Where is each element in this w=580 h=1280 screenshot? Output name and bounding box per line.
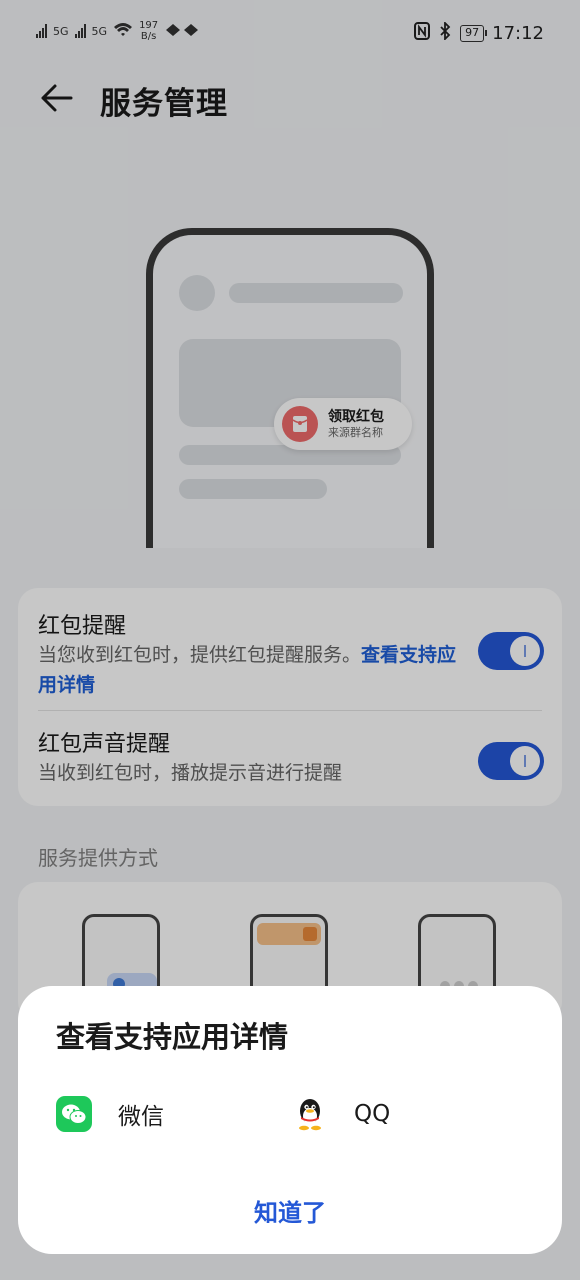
- qq-penguin-icon: [292, 1096, 328, 1132]
- got-it-button[interactable]: 知道了: [18, 1182, 562, 1238]
- app-item-qq: QQ: [292, 1096, 390, 1132]
- supported-apps-dialog: 查看支持应用详情 微信 QQ 知道了: [18, 986, 562, 1254]
- app-name: 微信: [118, 1104, 164, 1130]
- app-item-wechat: 微信: [56, 1096, 164, 1132]
- app-name: QQ: [354, 1101, 391, 1127]
- wechat-icon: [56, 1096, 92, 1132]
- dialog-title: 查看支持应用详情: [56, 1020, 289, 1054]
